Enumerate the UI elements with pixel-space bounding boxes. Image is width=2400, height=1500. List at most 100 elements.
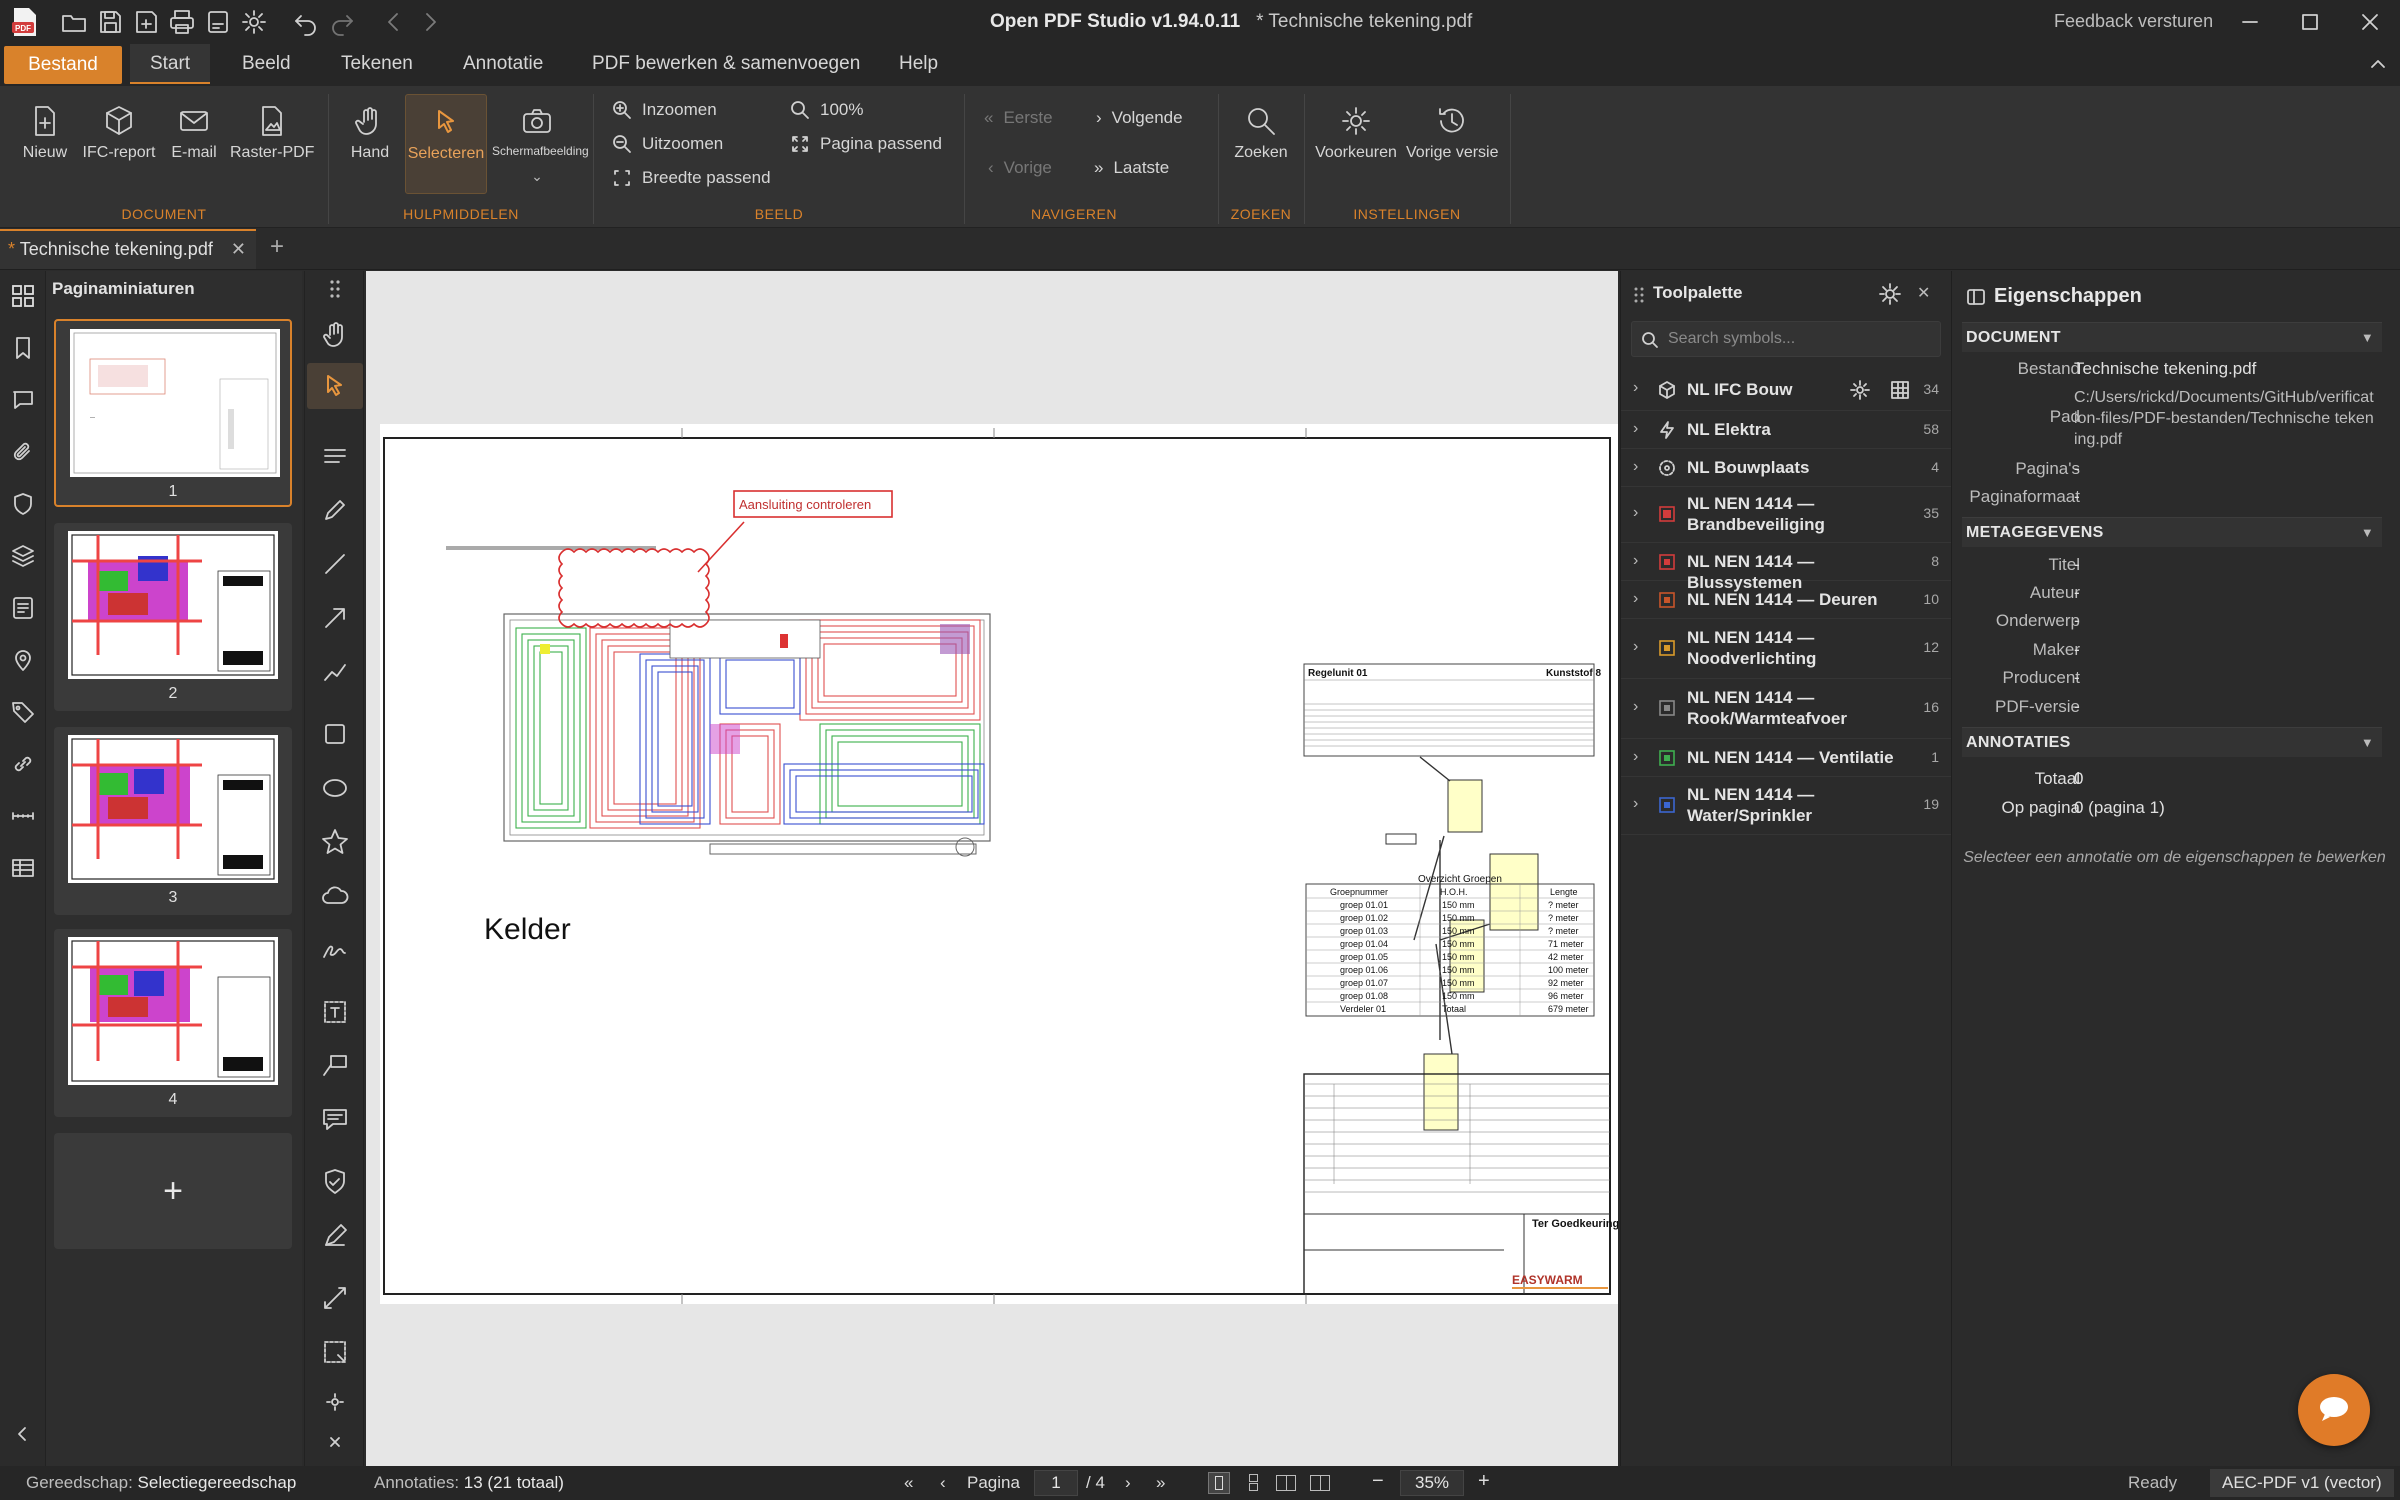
nav-back-icon[interactable] <box>380 8 408 36</box>
email-button[interactable]: E-mail <box>168 104 220 162</box>
star-icon[interactable] <box>320 827 350 857</box>
text-box-icon[interactable] <box>320 997 350 1027</box>
open-folder-icon[interactable] <box>60 8 88 36</box>
next-page-button[interactable]: › Volgende <box>1096 108 1183 128</box>
next-page-nav[interactable]: › <box>1125 1473 1131 1493</box>
zoom-in-button[interactable]: + <box>1478 1470 1490 1493</box>
raster-pdf-button[interactable]: Raster-PDF <box>230 104 314 162</box>
screenshot-button[interactable]: Schermafbeelding ⌄ <box>492 104 589 185</box>
palette-item[interactable]: › NL NEN 1414 — Ventilatie 1 <box>1621 739 1951 777</box>
gear-icon[interactable] <box>1849 379 1871 401</box>
pencil-icon[interactable] <box>320 495 350 525</box>
bookmark-icon[interactable] <box>10 335 36 361</box>
cloud-icon[interactable] <box>320 881 350 911</box>
document-canvas[interactable]: Aansluiting controleren Kelder Regelunit… <box>366 271 1618 1466</box>
search-button[interactable]: Zoeken <box>1228 104 1294 162</box>
chevron-right-icon[interactable]: › <box>1633 795 1638 813</box>
table-icon[interactable] <box>10 855 36 881</box>
cursor-select-icon[interactable] <box>320 371 350 401</box>
print-icon[interactable] <box>168 8 196 36</box>
palette-item[interactable]: › NL NEN 1414 — Brandbeveiliging 35 <box>1621 487 1951 543</box>
palette-item[interactable]: › NL NEN 1414 — Blussystemen 8 <box>1621 543 1951 592</box>
undo-icon[interactable] <box>292 8 320 36</box>
hand-icon[interactable] <box>320 319 350 349</box>
zoom-in-button[interactable]: Inzoomen <box>612 100 717 120</box>
maximize-icon[interactable] <box>2296 8 2324 36</box>
attachment-icon[interactable] <box>10 439 36 465</box>
settings-small-icon[interactable] <box>320 1391 350 1413</box>
palette-item[interactable]: › NL IFC Bouw 34 <box>1621 369 1951 411</box>
close-tab-icon[interactable]: ✕ <box>231 231 246 267</box>
collapse-panel-icon[interactable] <box>13 1424 33 1444</box>
measure-icon[interactable] <box>10 803 36 829</box>
page-thumbnail-1[interactable]: — 1 <box>54 319 292 507</box>
prev-page-button[interactable]: ‹ Vorige <box>988 158 1052 178</box>
text-lines-icon[interactable] <box>320 441 350 471</box>
last-page-button[interactable]: » Laatste <box>1094 158 1169 178</box>
chevron-right-icon[interactable]: › <box>1633 504 1638 522</box>
palette-item[interactable]: › NL NEN 1414 — Noodverlichting 12 <box>1621 619 1951 679</box>
two-page-continuous-button[interactable] <box>1310 1475 1330 1491</box>
close-window-icon[interactable] <box>2356 8 2384 36</box>
chevron-right-icon[interactable]: › <box>1633 379 1638 397</box>
rectangle-icon[interactable] <box>320 719 350 749</box>
chevron-right-icon[interactable]: › <box>1633 698 1638 716</box>
save-as-icon[interactable] <box>132 8 160 36</box>
page-number-input[interactable] <box>1034 1470 1078 1496</box>
chevron-right-icon[interactable]: › <box>1633 552 1638 570</box>
stamp-shield-icon[interactable] <box>320 1167 350 1197</box>
hand-tool-button[interactable]: Hand <box>344 104 396 162</box>
fit-page-button[interactable]: Pagina passend <box>790 134 942 154</box>
line-icon[interactable] <box>320 549 350 579</box>
drag-handle-icon[interactable] <box>1633 285 1645 305</box>
chevron-right-icon[interactable]: › <box>1633 420 1638 438</box>
forms-icon[interactable] <box>10 595 36 621</box>
first-page-nav[interactable]: « <box>904 1473 913 1493</box>
chat-button[interactable] <box>2298 1374 2370 1446</box>
collapse-ribbon-icon[interactable] <box>2368 54 2388 74</box>
palette-item[interactable]: › NL NEN 1414 — Water/Sprinkler 19 <box>1621 777 1951 835</box>
preferences-button[interactable]: Voorkeuren <box>1314 104 1398 162</box>
menu-bestand[interactable]: Bestand <box>4 46 122 84</box>
ifc-report-button[interactable]: IFC-report <box>82 104 156 162</box>
note-icon[interactable] <box>320 1105 350 1135</box>
palette-item[interactable]: › NL Elektra 58 <box>1621 411 1951 449</box>
symbol-search-input[interactable] <box>1631 321 1941 357</box>
page-thumbnail-4[interactable]: 4 <box>54 929 292 1117</box>
callout-icon[interactable] <box>320 1051 350 1081</box>
zoom-level-field[interactable]: 35% <box>1400 1470 1464 1496</box>
menu-tekenen[interactable]: Tekenen <box>341 44 413 84</box>
palette-item[interactable]: › NL NEN 1414 — Deuren 10 <box>1621 581 1951 619</box>
pdf-page[interactable]: Aansluiting controleren Kelder Regelunit… <box>380 424 1618 1304</box>
chevron-right-icon[interactable]: › <box>1633 590 1638 608</box>
signature-icon[interactable] <box>320 935 350 965</box>
palette-settings-icon[interactable] <box>1877 281 1903 307</box>
menu-annotatie[interactable]: Annotatie <box>463 44 543 84</box>
polyline-icon[interactable] <box>320 657 350 687</box>
new-tab-button[interactable]: + <box>270 233 284 261</box>
section-annotations-header[interactable]: ANNOTATIES ▼ <box>1962 727 2382 757</box>
redo-icon[interactable] <box>328 8 356 36</box>
panel-toggle-icon[interactable] <box>1966 287 1986 307</box>
nav-forward-icon[interactable] <box>416 8 444 36</box>
section-document-header[interactable]: DOCUMENT ▼ <box>1962 322 2382 352</box>
chevron-right-icon[interactable]: › <box>1633 638 1638 656</box>
select-tool-button[interactable]: Selecteren <box>405 94 487 194</box>
menu-help[interactable]: Help <box>899 44 938 84</box>
palette-item[interactable]: › NL Bouwplaats 4 <box>1621 449 1951 487</box>
grid-view-icon[interactable] <box>1889 379 1911 401</box>
arrow-icon[interactable] <box>320 603 350 633</box>
chevron-right-icon[interactable]: › <box>1633 748 1638 766</box>
add-page-button[interactable]: + <box>54 1133 292 1249</box>
fit-width-button[interactable]: Breedte passend <box>612 168 771 188</box>
layers-icon[interactable] <box>10 543 36 569</box>
previous-version-button[interactable]: Vorige versie <box>1406 104 1499 162</box>
first-page-button[interactable]: « Eerste <box>984 108 1053 128</box>
continuous-view-button[interactable] <box>1244 1473 1264 1493</box>
page-thumbnail-2[interactable]: 2 <box>54 523 292 711</box>
close-toolbar-icon[interactable] <box>320 1431 350 1453</box>
chevron-right-icon[interactable]: › <box>1633 458 1638 476</box>
export-icon[interactable] <box>204 8 232 36</box>
ellipse-icon[interactable] <box>320 773 350 803</box>
area-select-icon[interactable] <box>320 1337 350 1367</box>
